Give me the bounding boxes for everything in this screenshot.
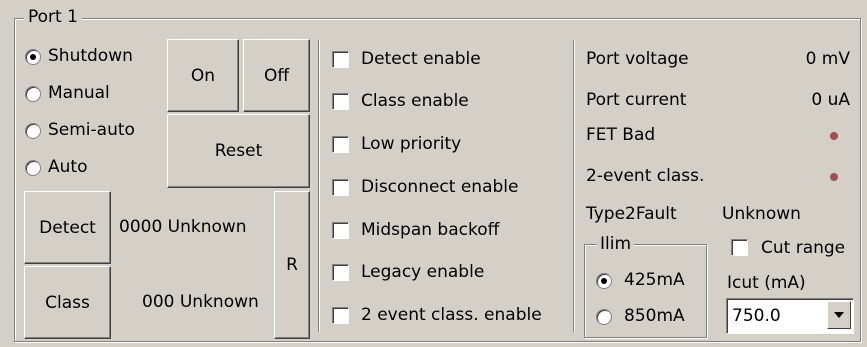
class-button[interactable]: Class — [24, 266, 111, 339]
checkbox-legacy-enable[interactable] — [332, 264, 349, 281]
checkbox-label-disconnect-enable: Disconnect enable — [361, 177, 519, 197]
radio-label-manual: Manual — [48, 83, 110, 103]
checkbox-label-detect-enable: Detect enable — [361, 49, 481, 69]
port-voltage-label: Port voltage — [586, 49, 689, 69]
icut-value: 750.0 — [732, 306, 781, 326]
checkbox-cut-range[interactable] — [731, 239, 748, 256]
chevron-down-icon[interactable] — [827, 301, 851, 329]
separator-right — [573, 40, 575, 332]
checkbox-label-legacy-enable: Legacy enable — [361, 262, 485, 282]
radio-auto[interactable] — [25, 160, 41, 176]
checkbox-label-low-priority: Low priority — [361, 134, 462, 154]
group-title: Port 1 — [24, 6, 82, 28]
port-current-label: Port current — [586, 90, 687, 110]
two-event-class-led — [830, 173, 838, 181]
radio-label-ilim-425: 425mA — [624, 270, 685, 290]
port-current-value: 0 uA — [811, 90, 850, 110]
fet-bad-label: FET Bad — [586, 125, 656, 145]
checkbox-2-event-class-enable[interactable] — [332, 307, 349, 324]
checkbox-midspan-backoff[interactable] — [332, 222, 349, 239]
fet-bad-led — [830, 132, 838, 140]
checkbox-label-2-event-class-enable: 2 event class. enable — [361, 305, 542, 325]
detect-button[interactable]: Detect — [24, 191, 111, 264]
off-button[interactable]: Off — [243, 39, 310, 112]
icut-label: Icut (mA) — [727, 273, 806, 293]
checkbox-class-enable[interactable] — [332, 93, 349, 110]
detect-status: 0000 Unknown — [119, 217, 247, 237]
radio-semi-auto[interactable] — [25, 123, 41, 139]
ilim-title: Ilim — [597, 233, 635, 255]
on-button[interactable]: On — [167, 39, 239, 112]
checkbox-detect-enable[interactable] — [332, 51, 349, 68]
separator-left — [318, 40, 320, 332]
checkbox-label-class-enable: Class enable — [361, 91, 469, 111]
two-event-class-label: 2-event class. — [586, 166, 705, 186]
radio-label-auto: Auto — [48, 157, 88, 177]
radio-ilim-850[interactable] — [596, 309, 612, 325]
radio-label-shutdown: Shutdown — [48, 46, 133, 66]
port-voltage-value: 0 mV — [805, 49, 850, 69]
checkbox-low-priority[interactable] — [332, 136, 349, 153]
type2fault-value: Unknown — [722, 204, 801, 224]
icut-select[interactable]: 750.0 — [726, 298, 854, 334]
r-button[interactable]: R — [274, 191, 310, 339]
radio-label-semi-auto: Semi-auto — [48, 120, 135, 140]
checkbox-label-cut-range: Cut range — [761, 238, 846, 258]
class-status: 000 Unknown — [142, 292, 259, 312]
radio-label-ilim-850: 850mA — [624, 306, 685, 326]
radio-shutdown[interactable] — [25, 49, 41, 65]
radio-manual[interactable] — [25, 86, 41, 102]
reset-button[interactable]: Reset — [167, 114, 310, 188]
type2fault-label: Type2Fault — [586, 204, 677, 224]
checkbox-disconnect-enable[interactable] — [332, 179, 349, 196]
checkbox-label-midspan-backoff: Midspan backoff — [361, 220, 500, 240]
radio-ilim-425[interactable] — [596, 273, 612, 289]
